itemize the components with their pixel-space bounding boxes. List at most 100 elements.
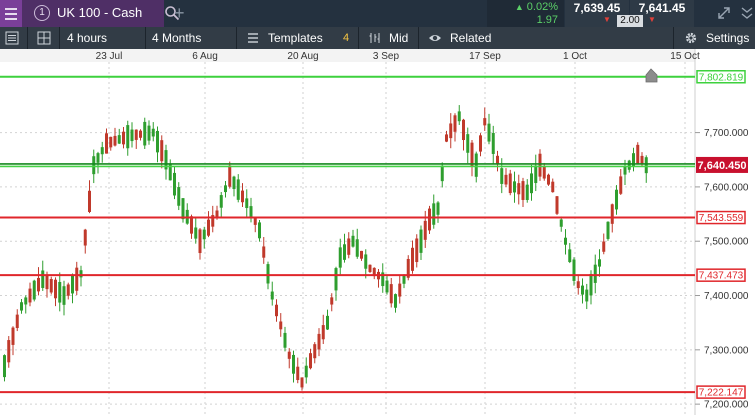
eye-icon[interactable]: [428, 31, 442, 45]
candle-body: [449, 123, 453, 139]
candle-body: [190, 216, 193, 234]
candle-body: [453, 115, 457, 132]
chart-canvas[interactable]: 23 Jul 6 Aug 20 Aug 3 Sep 17 Sep 1 Oct 15 Oct …: [0, 49, 755, 415]
candle-body: [343, 244, 346, 260]
candle-body: [615, 189, 618, 210]
candle-body: [479, 135, 482, 152]
date-tick-label: 1 Oct: [563, 51, 587, 62]
candle-body: [398, 283, 402, 297]
candle-body: [538, 153, 542, 177]
candle-body: [457, 111, 461, 122]
candle-body: [49, 279, 53, 293]
price-tick-label: 7,400.000: [704, 291, 749, 302]
candle-body: [525, 184, 529, 201]
candle-body: [224, 185, 227, 193]
candle-body: [321, 325, 325, 340]
candle-body: [266, 264, 270, 284]
up-arrow-icon: ▲: [514, 2, 524, 12]
date-tick-label: 15 Oct: [670, 51, 700, 62]
candle-body: [559, 219, 563, 227]
hamburger-menu-icon[interactable]: [0, 0, 22, 27]
instrument-title-area[interactable]: 1 UK 100 - Cash: [22, 0, 180, 27]
candle-body: [62, 286, 66, 305]
range-selector[interactable]: 4 Months: [152, 27, 201, 49]
candle-body: [241, 190, 244, 203]
candle-body: [360, 250, 363, 259]
candle-body: [585, 289, 589, 302]
candle-body: [428, 208, 431, 231]
candle-body: [83, 229, 87, 246]
candle-body: [92, 156, 96, 175]
candle-body: [28, 288, 32, 303]
level-price-label: 7,802.819: [699, 72, 744, 83]
candle-body: [474, 153, 478, 177]
price-type-icon[interactable]: [368, 31, 382, 45]
candle-body: [11, 327, 15, 345]
expand-icon[interactable]: [716, 5, 732, 21]
collapse-icon[interactable]: [740, 5, 754, 21]
price-change-box: ▲ 0.02% 1.97: [487, 0, 564, 27]
candle-body: [334, 268, 338, 291]
candle-body: [355, 239, 359, 257]
price-type-selector[interactable]: Mid: [389, 27, 408, 49]
buy-down-arrow-icon: ▼: [648, 15, 656, 24]
candle-body: [296, 366, 300, 381]
candle-body: [521, 181, 525, 200]
candle-body: [606, 221, 610, 239]
layout-grid-icon[interactable]: [37, 31, 51, 45]
candle-body: [258, 222, 261, 239]
candle-body: [576, 281, 580, 289]
candle-body: [79, 270, 83, 278]
candle-body: [245, 198, 249, 209]
candle-body: [181, 198, 185, 220]
sell-down-arrow-icon: ▼: [603, 15, 611, 24]
candle-body: [20, 302, 23, 311]
change-absolute: 1.97: [536, 14, 558, 26]
candle-body: [347, 238, 351, 255]
candle-body: [423, 220, 427, 240]
top-bar: 1 UK 100 - Cash + ▲ 0.02% 1.97 7,639.45 …: [0, 0, 755, 27]
candle-body: [283, 332, 287, 348]
settings-button[interactable]: Settings: [706, 27, 749, 49]
candle-body: [368, 264, 372, 272]
add-tab-icon[interactable]: +: [174, 4, 188, 22]
candle-body: [7, 340, 11, 363]
candle-body: [219, 195, 223, 208]
templates-icon[interactable]: [246, 31, 260, 45]
candle-body: [317, 333, 321, 350]
candle-body: [122, 131, 125, 145]
candle-body: [287, 351, 291, 359]
candle-body: [66, 284, 70, 296]
candle-body: [445, 134, 448, 142]
list-icon[interactable]: [5, 31, 19, 45]
candle-body: [581, 285, 584, 295]
chart-toolbar: 4 hours 4 Months Templates 4 Mid Related…: [0, 27, 755, 49]
candle-body: [530, 173, 533, 194]
candle-body: [351, 235, 355, 247]
candle-body: [126, 125, 130, 149]
candle-body: [113, 135, 117, 146]
candle-body: [105, 133, 108, 154]
templates-button[interactable]: Templates: [268, 27, 323, 49]
toolbar-divider: [673, 27, 674, 49]
candle-body: [470, 142, 474, 166]
candle-body: [198, 229, 202, 254]
candle-body: [627, 160, 631, 170]
related-button[interactable]: Related: [450, 27, 491, 49]
gear-icon[interactable]: [684, 31, 698, 45]
candle-body: [253, 217, 257, 225]
candle-body: [513, 181, 516, 193]
candle-body: [275, 304, 278, 317]
candle-body: [3, 355, 6, 378]
candle-body: [37, 277, 40, 292]
price-chart[interactable]: 23 Jul 6 Aug 20 Aug 3 Sep 17 Sep 1 Oct 15 Oct …: [0, 49, 755, 415]
interval-selector[interactable]: 4 hours: [67, 27, 107, 49]
candle-body: [41, 270, 45, 288]
candle-body: [249, 206, 253, 219]
candle-body: [236, 179, 240, 200]
candle-body: [96, 153, 100, 163]
toolbar-divider: [145, 27, 146, 49]
candle-body: [598, 259, 601, 267]
candle-body: [313, 344, 317, 359]
candle-body: [623, 166, 627, 175]
